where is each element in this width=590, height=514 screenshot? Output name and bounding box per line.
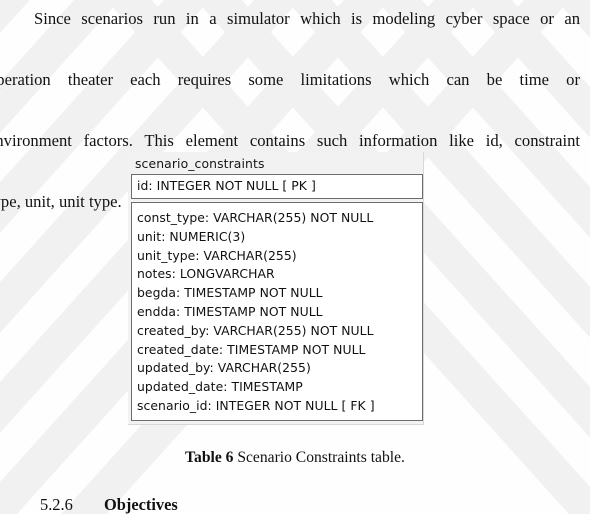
- er-row-field: begda: TIMESTAMP NOT NULL: [137, 285, 323, 301]
- er-row-field: endda: TIMESTAMP NOT NULL: [137, 303, 323, 319]
- er-row-field: scenario_id: INTEGER NOT NULL [ FK ]: [137, 397, 375, 413]
- section-heading: 5.2.6 Objectives: [40, 494, 178, 514]
- er-row-field: const_type: VARCHAR(255) NOT NULL: [137, 210, 374, 225]
- caption-label: Table 6: [185, 449, 234, 466]
- section-number: 5.2.6: [40, 495, 73, 514]
- er-row-field: unit_type: VARCHAR(255): [137, 247, 297, 263]
- document-page: Since scenarios run in a simulator which…: [0, 0, 590, 514]
- er-table-panel: scenario_constraints id: INTEGER NOT NUL…: [128, 152, 424, 425]
- er-table-figure: scenario_constraints id: INTEGER NOT NUL…: [128, 152, 424, 425]
- er-row-field: created_date: TIMESTAMP NOT NULL: [137, 341, 366, 357]
- er-primary-key-box: id: INTEGER NOT NULL [ PK ]: [131, 174, 423, 199]
- paragraph-line: Since scenarios run in a simulator which…: [0, 4, 580, 65]
- paragraph-line-2-text: operation theater each requires some lim…: [0, 70, 580, 89]
- paragraph-line: operation theater each requires some lim…: [0, 65, 580, 126]
- caption-text: Scenario Constraints table.: [233, 449, 405, 466]
- er-row-field: notes: LONGVARCHAR: [137, 266, 275, 282]
- er-row-field: updated_date: TIMESTAMP: [137, 379, 303, 395]
- er-row-field: updated_by: VARCHAR(255): [137, 360, 311, 376]
- er-table-name: scenario_constraints: [135, 156, 265, 171]
- figure-caption: Table 6 Scenario Constraints table.: [0, 447, 590, 469]
- paragraph-line-3-text: environment factors. This element contai…: [0, 131, 580, 150]
- er-row-primary-key: id: INTEGER NOT NULL [ PK ]: [137, 178, 316, 194]
- section-title: Objectives: [104, 495, 178, 514]
- paragraph-line-1-text: Since scenarios run in a simulator which…: [34, 9, 580, 28]
- paragraph-line-4-text: type, unit, unit type.: [0, 192, 122, 211]
- er-row-field: unit: NUMERIC(3): [137, 228, 246, 244]
- er-fields-box: const_type: VARCHAR(255) NOT NULL unit: …: [131, 202, 423, 421]
- er-row-field: created_by: VARCHAR(255) NOT NULL: [137, 322, 374, 338]
